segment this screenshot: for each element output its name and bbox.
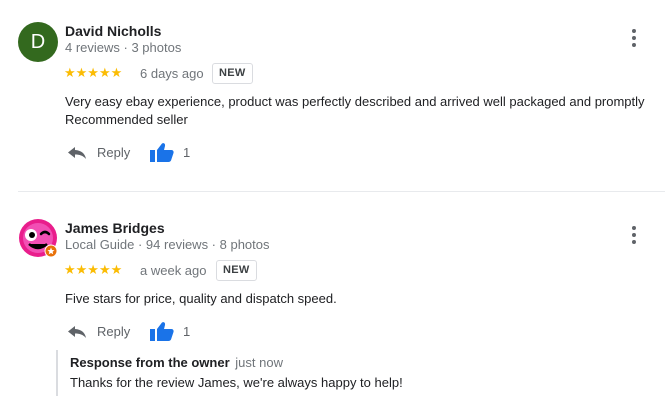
review-text: Five stars for price, quality and dispat… <box>65 291 337 306</box>
review-text: Very easy ebay experience, product was p… <box>65 93 665 129</box>
like-count: 1 <box>183 144 191 160</box>
new-badge: NEW <box>212 63 253 84</box>
star-rating: ★★★★★ <box>64 65 123 80</box>
owner-response: Response from the owner just now Thanks … <box>56 350 616 396</box>
owner-response-text: Thanks for the review James, we're alway… <box>70 375 403 390</box>
thumbs-up-icon <box>150 143 174 162</box>
thumbs-up-icon <box>150 322 174 341</box>
reviewer-name[interactable]: David Nicholls <box>65 23 161 39</box>
winking-pink-face-icon[interactable] <box>18 218 58 258</box>
reviewer-name[interactable]: James Bridges <box>65 220 165 236</box>
owner-response-header: Response from the owner just now <box>70 355 616 371</box>
review-text-line: Very easy ebay experience, product was p… <box>65 94 645 109</box>
reply-button[interactable]: Reply <box>67 323 130 339</box>
reply-label: Reply <box>97 144 131 160</box>
reply-label: Reply <box>97 323 131 339</box>
owner-response-time: just now <box>235 355 283 370</box>
review-divider <box>18 191 665 192</box>
avatar[interactable]: D <box>18 22 58 62</box>
reply-icon <box>68 326 86 338</box>
like-count: 1 <box>183 323 191 339</box>
star-rating: ★★★★★ <box>64 262 123 277</box>
reply-icon <box>68 147 86 159</box>
like-button[interactable]: 1 <box>150 142 190 162</box>
reviewer-meta: 4 reviews · 3 photos <box>65 40 182 55</box>
review-text-line: Recommended seller <box>65 112 188 127</box>
more-options-icon[interactable] <box>624 225 644 245</box>
review-date: a week ago <box>140 263 207 278</box>
reviewer-meta: Local Guide · 94 reviews · 8 photos <box>65 237 270 252</box>
owner-response-title: Response from the owner <box>70 355 230 370</box>
more-options-icon[interactable] <box>624 28 644 48</box>
new-badge: NEW <box>216 260 257 281</box>
like-button[interactable]: 1 <box>150 321 190 341</box>
reply-button[interactable]: Reply <box>67 144 130 160</box>
review-date: 6 days ago <box>140 66 204 81</box>
